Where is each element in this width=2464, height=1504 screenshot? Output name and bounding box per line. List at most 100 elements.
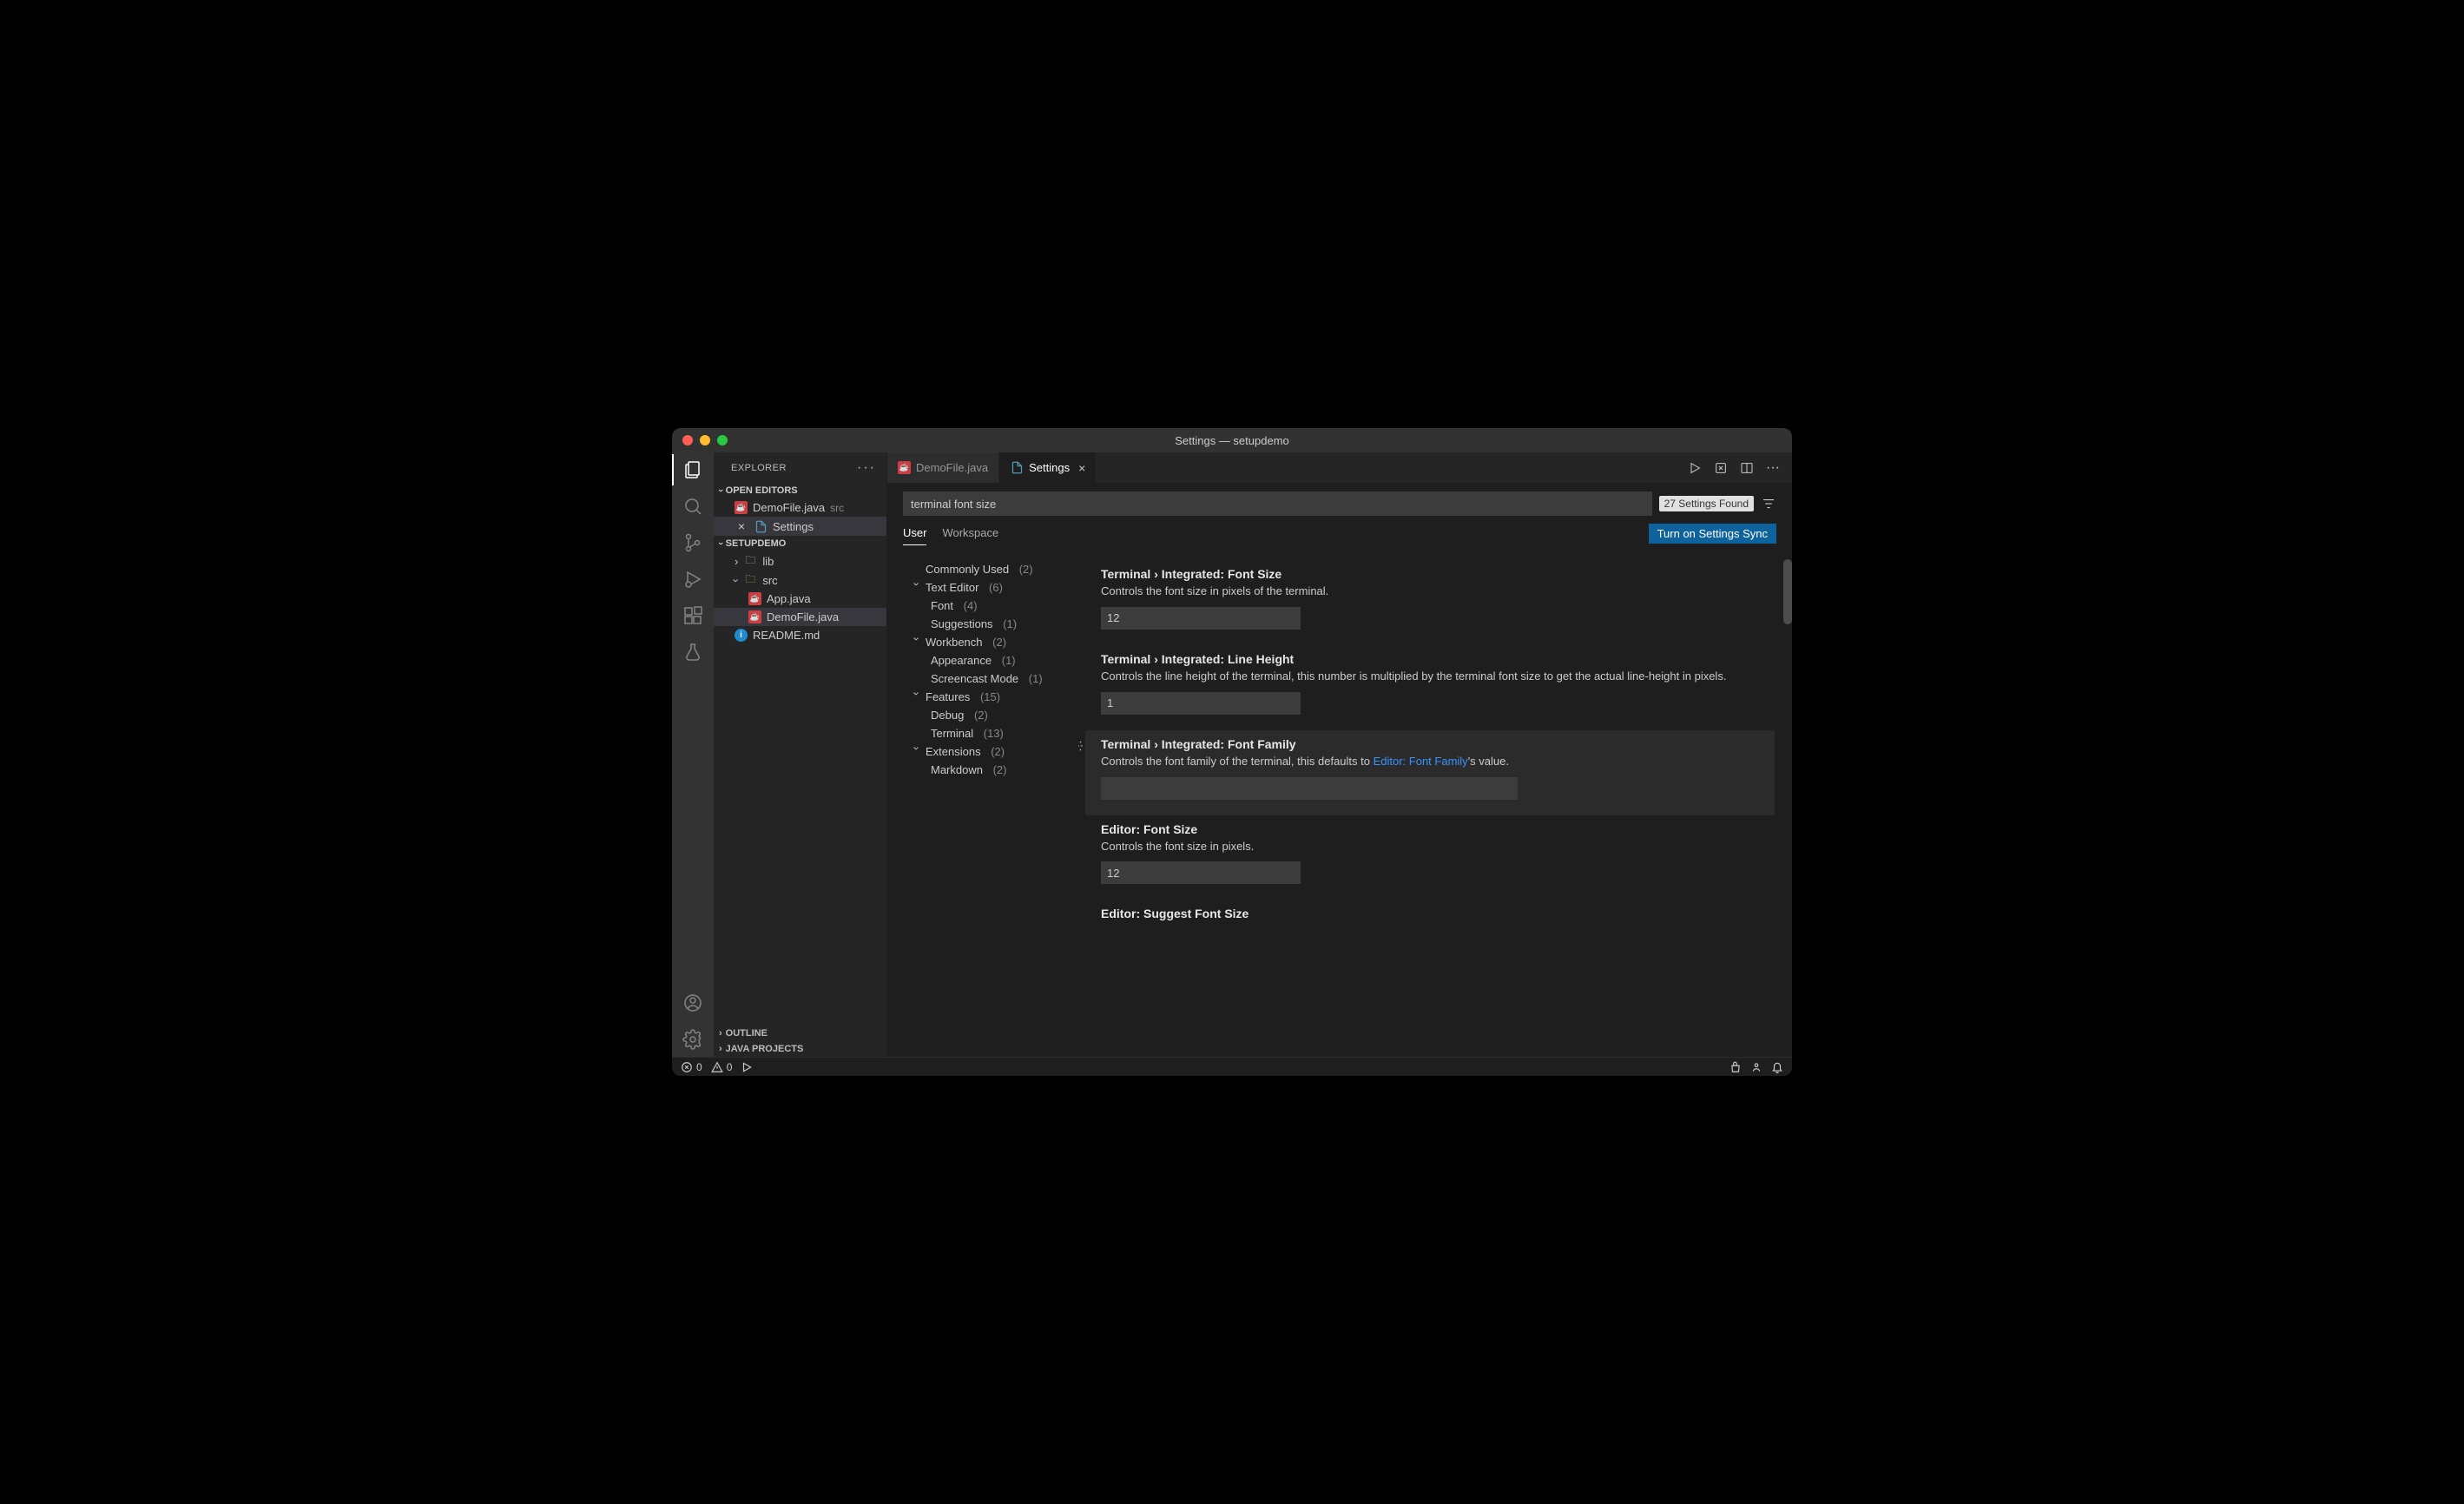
search-icon[interactable]: [682, 496, 703, 517]
chevron-down-icon: ›: [715, 542, 726, 545]
scope-tab-workspace[interactable]: Workspace: [942, 521, 998, 545]
nav-screencast[interactable]: Screencast Mode (1): [912, 670, 1078, 688]
info-icon: i: [735, 629, 748, 642]
setting-value-input[interactable]: [1101, 607, 1301, 630]
more-actions-icon[interactable]: ···: [1766, 460, 1780, 476]
nav-font[interactable]: Font (4): [912, 597, 1078, 615]
nav-text-editor[interactable]: › Text Editor (6): [912, 578, 1078, 597]
source-control-icon[interactable]: [682, 532, 703, 553]
font-family-link[interactable]: Editor: Font Family: [1374, 755, 1468, 768]
nav-suggestions[interactable]: Suggestions (1): [912, 615, 1078, 633]
settings-nav: Commonly Used (2) › Text Editor (6) Font…: [887, 555, 1078, 1057]
extensions-icon[interactable]: [682, 605, 703, 626]
close-icon[interactable]: ×: [735, 519, 748, 533]
chevron-right-icon: ›: [735, 555, 738, 568]
tree-file-demofile[interactable]: ☕ DemoFile.java: [714, 608, 886, 626]
chevron-down-icon: ›: [715, 489, 726, 492]
testing-icon[interactable]: [682, 642, 703, 663]
status-bar: 0 0: [672, 1057, 1792, 1076]
tree-item-label: README.md: [753, 629, 820, 642]
tree-folder-src[interactable]: › 🗀 src: [714, 571, 886, 590]
scrollbar[interactable]: [1783, 559, 1792, 624]
gear-icon[interactable]: [1078, 739, 1084, 753]
chevron-down-icon: ›: [911, 637, 924, 648]
open-editors-label: OPEN EDITORS: [726, 485, 798, 496]
tab-settings[interactable]: Settings ×: [999, 452, 1097, 483]
folder-icon: 🗀: [743, 554, 757, 568]
close-tab-icon[interactable]: ×: [1078, 461, 1085, 475]
setting-description: Controls the font size in pixels of the …: [1101, 584, 1775, 600]
settings-file-icon: [754, 519, 768, 533]
nav-commonly-used[interactable]: Commonly Used (2): [912, 560, 1078, 578]
feedback-icon[interactable]: [1729, 1061, 1742, 1073]
debug-status[interactable]: [741, 1061, 753, 1073]
nav-features[interactable]: › Features (15): [912, 688, 1078, 706]
app-window: Settings — setupdemo: [672, 428, 1792, 1076]
minimize-window-button[interactable]: [700, 435, 710, 445]
editor-area: ☕ DemoFile.java Settings × ···: [887, 452, 1792, 1057]
setting-editor-suggest-font-size[interactable]: Editor: Suggest Font Size: [1085, 900, 1775, 939]
java-file-icon: ☕: [748, 610, 761, 623]
close-window-button[interactable]: [682, 435, 693, 445]
tree-item-label: src: [762, 574, 777, 587]
setting-value-input[interactable]: [1101, 692, 1301, 715]
setting-value-input[interactable]: [1101, 861, 1301, 884]
problems-warnings[interactable]: 0: [711, 1061, 733, 1073]
nav-appearance[interactable]: Appearance (1): [912, 651, 1078, 670]
notifications-icon[interactable]: [1771, 1061, 1783, 1073]
explorer-icon[interactable]: [682, 459, 703, 480]
tree-file-readme[interactable]: i README.md: [714, 626, 886, 644]
folder-icon: 🗀: [743, 573, 757, 587]
sidebar: EXPLORER ··· › OPEN EDITORS ☕ DemoFile.j…: [714, 452, 887, 1057]
maximize-window-button[interactable]: [717, 435, 728, 445]
settings-file-icon: [1010, 461, 1024, 475]
open-editor-item[interactable]: × Settings: [714, 517, 886, 536]
sidebar-header: EXPLORER ···: [714, 452, 886, 483]
setting-title: Terminal › Integrated: Font Family: [1101, 737, 1775, 751]
nav-extensions[interactable]: › Extensions (2): [912, 742, 1078, 761]
java-file-icon: ☕: [898, 461, 911, 474]
problems-errors[interactable]: 0: [681, 1061, 702, 1073]
tab-demofile[interactable]: ☕ DemoFile.java: [887, 452, 999, 483]
split-editor-icon[interactable]: [1740, 461, 1754, 475]
tab-label: DemoFile.java: [916, 461, 988, 474]
setting-value-input[interactable]: [1101, 777, 1518, 800]
scope-tab-user[interactable]: User: [903, 521, 926, 545]
java-projects-header[interactable]: › JAVA PROJECTS: [714, 1041, 886, 1057]
settings-list[interactable]: Terminal › Integrated: Font Size Control…: [1078, 555, 1792, 1057]
nav-terminal[interactable]: Terminal (13): [912, 724, 1078, 742]
run-debug-icon[interactable]: [682, 569, 703, 590]
filter-icon[interactable]: [1761, 496, 1776, 511]
outline-header[interactable]: › OUTLINE: [714, 1026, 886, 1041]
run-icon[interactable]: [1688, 461, 1702, 475]
setting-terminal-font-family[interactable]: Terminal › Integrated: Font Family Contr…: [1085, 730, 1775, 815]
open-changes-icon[interactable]: [1714, 461, 1728, 475]
project-header[interactable]: › SETUPDEMO: [714, 536, 886, 551]
sidebar-more-icon[interactable]: ···: [857, 460, 876, 476]
tree-file-app[interactable]: ☕ App.java: [714, 590, 886, 608]
settings-sync-button[interactable]: Turn on Settings Sync: [1649, 524, 1776, 544]
setting-terminal-line-height[interactable]: Terminal › Integrated: Line Height Contr…: [1085, 645, 1775, 730]
settings-search-input[interactable]: [903, 491, 1652, 516]
java-projects-label: JAVA PROJECTS: [726, 1044, 804, 1054]
open-editors-header[interactable]: › OPEN EDITORS: [714, 483, 886, 498]
accounts-icon[interactable]: [682, 993, 703, 1013]
setting-editor-font-size[interactable]: Editor: Font Size Controls the font size…: [1085, 815, 1775, 900]
nav-debug[interactable]: Debug (2): [912, 706, 1078, 724]
nav-markdown[interactable]: Markdown (2): [912, 761, 1078, 779]
settings-gear-icon[interactable]: [682, 1029, 703, 1050]
traffic-lights: [672, 435, 728, 445]
live-share-icon[interactable]: [1750, 1061, 1762, 1073]
setting-description: Controls the line height of the terminal…: [1101, 669, 1775, 685]
tree-folder-lib[interactable]: › 🗀 lib: [714, 551, 886, 571]
nav-workbench[interactable]: › Workbench (2): [912, 633, 1078, 651]
setting-terminal-font-size[interactable]: Terminal › Integrated: Font Size Control…: [1085, 560, 1775, 645]
outline-label: OUTLINE: [726, 1028, 768, 1039]
scope-row: User Workspace Turn on Settings Sync: [887, 521, 1792, 546]
open-editor-hint: src: [830, 502, 844, 514]
setting-title: Editor: Suggest Font Size: [1101, 907, 1775, 920]
open-editor-item[interactable]: ☕ DemoFile.java src: [714, 498, 886, 517]
chevron-down-icon: ›: [911, 692, 924, 703]
activity-bar: [672, 452, 714, 1057]
setting-title: Terminal › Integrated: Font Size: [1101, 567, 1775, 581]
